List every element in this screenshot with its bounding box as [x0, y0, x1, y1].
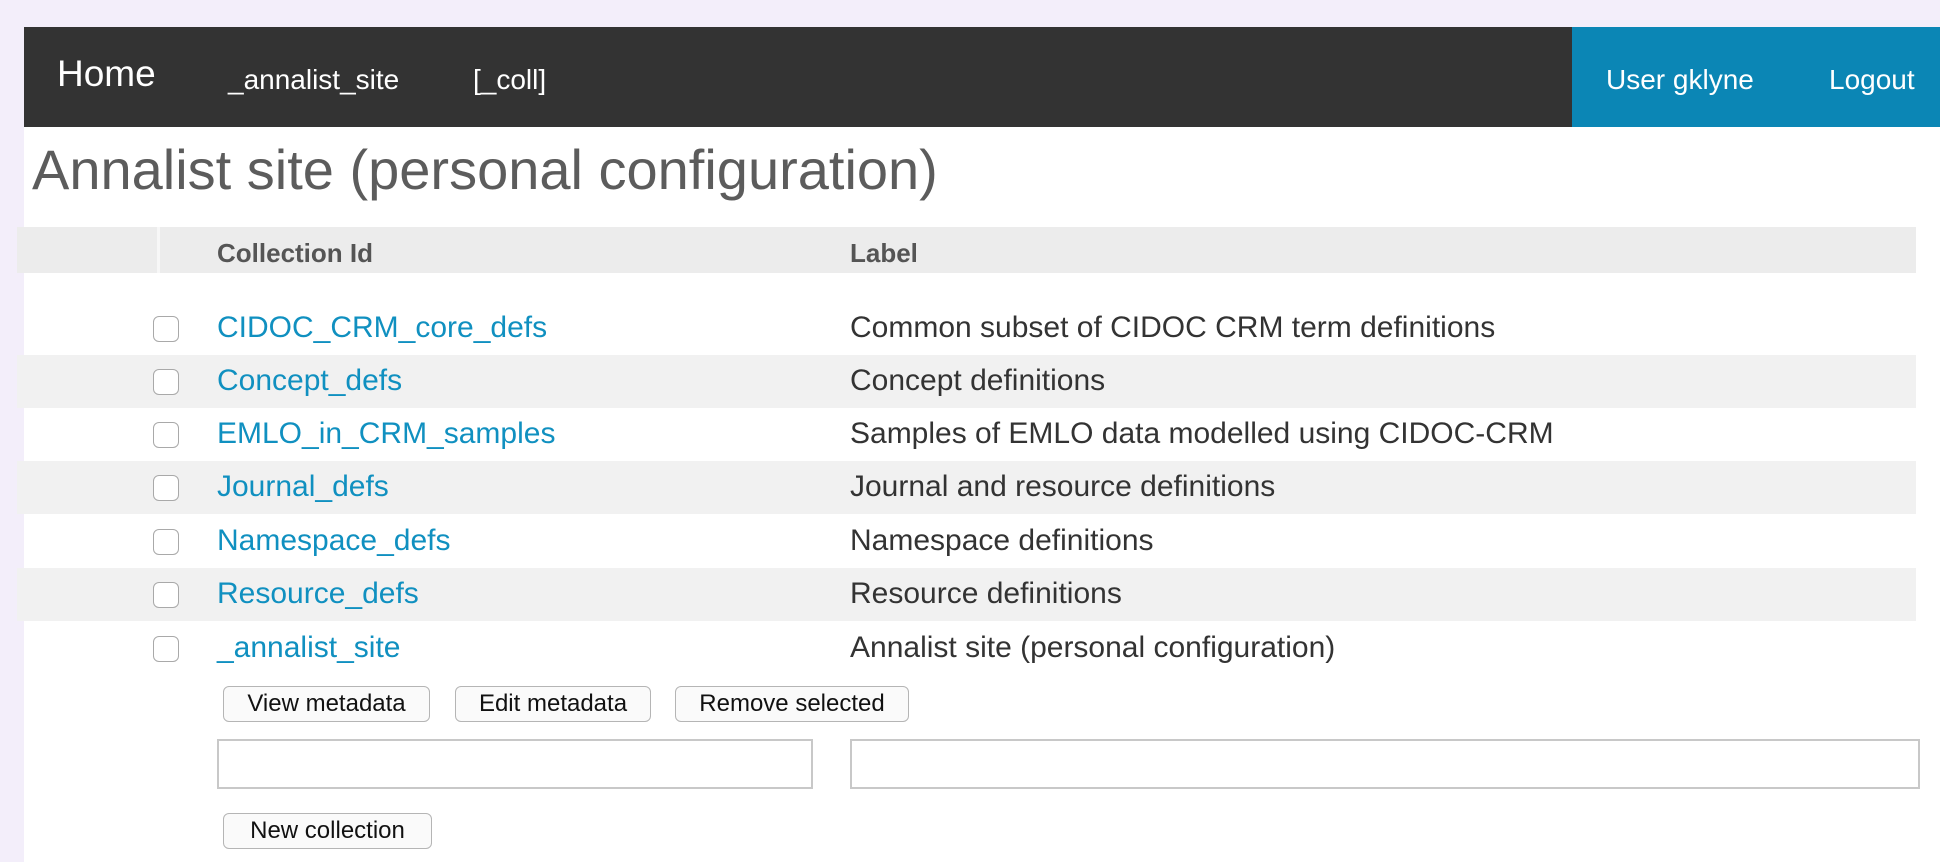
page-title: Annalist site (personal configuration) — [32, 138, 938, 201]
row-checkbox[interactable] — [153, 636, 179, 662]
remove-selected-button[interactable]: Remove selected — [675, 686, 909, 722]
collection-id-link[interactable]: Journal_defs — [217, 469, 389, 505]
nav-user-link[interactable]: User gklyne — [1606, 60, 1754, 100]
new-collection-id-input[interactable] — [217, 739, 813, 789]
nav-site-link[interactable]: _annalist_site — [228, 60, 399, 100]
collection-id-link[interactable]: Resource_defs — [217, 576, 419, 612]
collection-label: Samples of EMLO data modelled using CIDO… — [850, 417, 1554, 450]
nav-home-link[interactable]: Home — [57, 49, 156, 99]
row-checkbox[interactable] — [153, 475, 179, 501]
row-checkbox[interactable] — [153, 422, 179, 448]
header-label: Label — [850, 238, 918, 268]
collection-id-link[interactable]: CIDOC_CRM_core_defs — [217, 310, 547, 346]
collection-label: Journal and resource definitions — [850, 470, 1276, 503]
collection-id-link[interactable]: Namespace_defs — [217, 523, 450, 559]
collection-label: Concept definitions — [850, 364, 1106, 397]
top-navbar: Home _annalist_site [_coll] User gklyne … — [24, 27, 1940, 127]
collection-label: Namespace definitions — [850, 524, 1154, 557]
row-checkbox[interactable] — [153, 582, 179, 608]
collection-label: Resource definitions — [850, 577, 1122, 610]
row-checkbox[interactable] — [153, 369, 179, 395]
new-collection-button[interactable]: New collection — [223, 813, 432, 849]
nav-logout-link[interactable]: Logout — [1829, 60, 1915, 100]
collection-label: Annalist site (personal configuration) — [850, 631, 1336, 664]
header-collection-id: Collection Id — [217, 238, 373, 268]
collection-id-link[interactable]: Concept_defs — [217, 363, 402, 399]
new-collection-label-input[interactable] — [850, 739, 1920, 789]
view-metadata-button[interactable]: View metadata — [223, 686, 430, 722]
collection-id-link[interactable]: _annalist_site — [217, 630, 400, 666]
collection-id-link[interactable]: EMLO_in_CRM_samples — [217, 416, 555, 452]
row-checkbox[interactable] — [153, 316, 179, 342]
table-header-divider — [157, 227, 160, 273]
collection-label: Common subset of CIDOC CRM term definiti… — [850, 311, 1496, 344]
nav-coll-link[interactable]: [_coll] — [473, 60, 546, 100]
edit-metadata-button[interactable]: Edit metadata — [455, 686, 651, 722]
row-checkbox[interactable] — [153, 529, 179, 555]
